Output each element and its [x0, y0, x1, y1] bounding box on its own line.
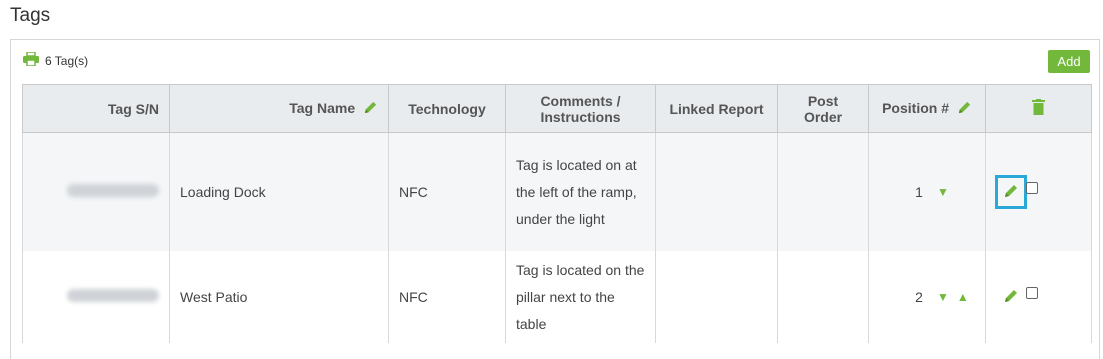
col-header-linked-report[interactable]: Linked Report — [655, 84, 778, 133]
cell-technology: NFC — [388, 132, 506, 251]
table-header-row: Tag S/N Tag Name Technology Comments / I… — [22, 84, 1092, 133]
cell-technology: NFC — [388, 251, 506, 343]
tags-table: Tag S/N Tag Name Technology Comments / I… — [22, 84, 1092, 343]
position-number: 1 — [915, 184, 923, 200]
col-header-delete[interactable] — [985, 84, 1092, 133]
trash-icon[interactable] — [1032, 99, 1045, 118]
cell-name: Loading Dock — [169, 132, 389, 251]
arrow-up-icon[interactable]: ▲ — [957, 290, 969, 304]
col-header-sn[interactable]: Tag S/N — [22, 84, 170, 133]
cell-position: 1 ▼ — [868, 132, 986, 251]
edit-button[interactable] — [998, 283, 1024, 311]
cell-position: 2 ▼ ▲ — [868, 251, 986, 343]
printer-icon[interactable] — [23, 51, 39, 69]
edit-button[interactable] — [995, 175, 1027, 209]
col-header-post-order[interactable]: Post Order — [777, 84, 869, 133]
row-select-checkbox[interactable] — [1026, 182, 1038, 194]
col-header-name[interactable]: Tag Name — [169, 84, 389, 133]
cell-post-order — [777, 132, 869, 251]
cell-linked-report — [655, 132, 778, 251]
pencil-icon[interactable] — [359, 101, 378, 118]
row-select-checkbox[interactable] — [1026, 287, 1038, 299]
col-header-technology[interactable]: Technology — [388, 84, 506, 133]
cell-sn — [22, 251, 170, 343]
tag-count: 6 Tag(s) — [23, 51, 89, 69]
cell-linked-report — [655, 251, 778, 343]
table-row[interactable]: Loading Dock NFC Tag is located on at th… — [22, 132, 1092, 251]
cell-name: West Patio — [169, 251, 389, 343]
col-header-comments[interactable]: Comments / Instructions — [505, 84, 656, 133]
cell-actions — [985, 251, 1092, 343]
pencil-icon — [1003, 183, 1019, 202]
redacted-serial — [67, 289, 159, 302]
table-row[interactable]: West Patio NFC Tag is located on the pil… — [22, 251, 1092, 343]
pencil-icon — [1003, 288, 1019, 307]
arrow-down-icon[interactable]: ▼ — [937, 290, 949, 304]
col-header-position[interactable]: Position # — [868, 84, 986, 133]
tag-count-label: 6 Tag(s) — [45, 53, 89, 68]
add-button[interactable]: Add — [1048, 50, 1090, 73]
cell-sn — [22, 132, 170, 251]
pencil-icon[interactable] — [953, 101, 972, 118]
arrow-down-icon[interactable]: ▼ — [937, 185, 949, 199]
cell-comments: Tag is located on at the left of the ram… — [505, 132, 656, 251]
page-title: Tags — [10, 5, 51, 26]
redacted-serial — [67, 184, 159, 197]
position-number: 2 — [915, 289, 923, 305]
cell-actions — [985, 132, 1092, 251]
cell-comments: Tag is located on the pillar next to the… — [505, 251, 656, 343]
cell-post-order — [777, 251, 869, 343]
